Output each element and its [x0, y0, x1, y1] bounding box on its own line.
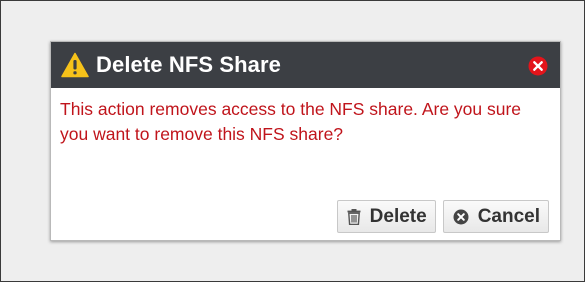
dialog-title: Delete NFS Share [96, 52, 282, 77]
trash-icon [347, 208, 361, 225]
cancel-button-label: Cancel [477, 205, 540, 227]
delete-button[interactable]: Delete [336, 200, 436, 233]
close-icon[interactable] [528, 56, 548, 76]
warning-icon [61, 52, 89, 78]
dialog-titlebar: Delete NFS Share [51, 42, 560, 88]
dialog-actions: Delete Cancel [336, 200, 549, 233]
cancel-button[interactable]: Cancel [442, 200, 549, 233]
delete-nfs-share-dialog: Delete NFS Share This action removes acc… [50, 41, 561, 241]
cancel-circle-icon [453, 209, 469, 225]
dialog-message: This action removes access to the NFS sh… [60, 99, 522, 144]
background-panel: Delete NFS Share This action removes acc… [0, 0, 585, 282]
delete-button-label: Delete [369, 205, 427, 227]
